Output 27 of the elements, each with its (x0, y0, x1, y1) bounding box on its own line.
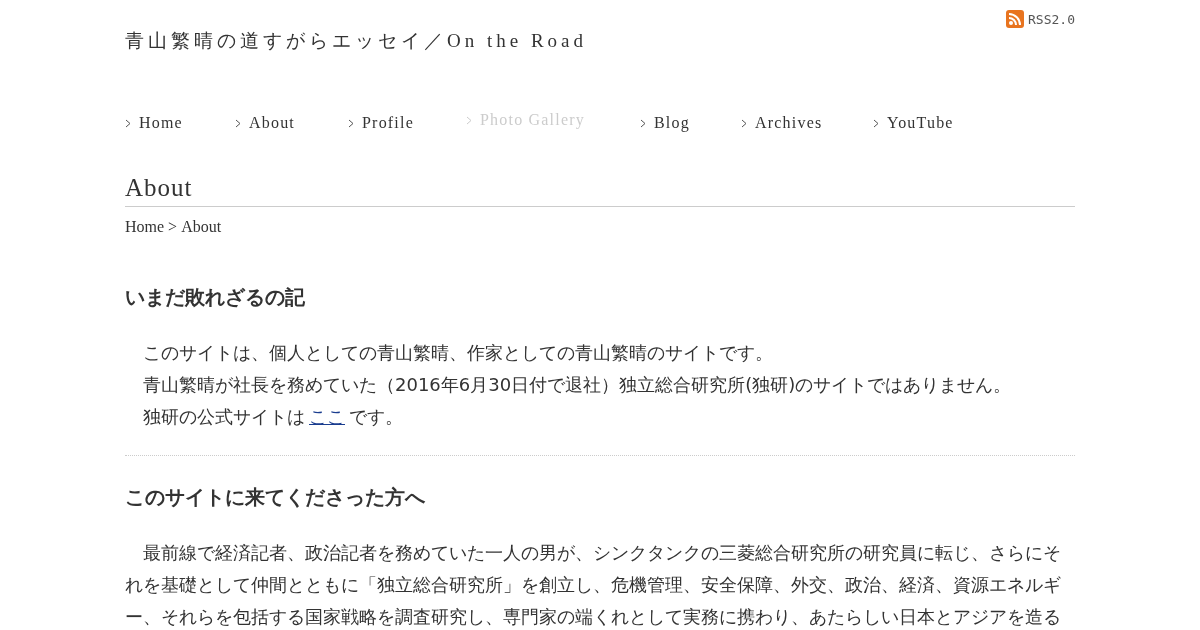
rss-link[interactable]: RSS2.0 (1028, 11, 1075, 27)
chevron-icon (235, 118, 241, 128)
chevron-icon (125, 118, 131, 128)
nav-link[interactable]: Archives (755, 114, 823, 132)
breadcrumb-current: About (181, 218, 222, 236)
rss-icon[interactable] (1006, 10, 1025, 28)
breadcrumb-separator: > (168, 218, 178, 236)
text-link[interactable]: ここ (309, 406, 345, 427)
chevron-icon (741, 118, 747, 128)
site-title[interactable]: 青山繁晴の道すがらエッセイ／On the Road (125, 28, 588, 52)
chevron-icon (873, 118, 879, 128)
nav-link[interactable]: YouTube (887, 114, 954, 132)
page-title: About (125, 174, 1075, 207)
chevron-icon (348, 118, 354, 128)
nav-link[interactable]: Home (139, 114, 183, 132)
section-heading: いまだ敗れざるの記 (125, 284, 306, 311)
nav-link[interactable]: Blog (654, 114, 690, 132)
nav-link[interactable]: Profile (362, 114, 414, 132)
breadcrumb-link[interactable]: Home (125, 218, 165, 236)
body-text: 独研の公式サイトは ここ です。 (142, 405, 404, 429)
body-paragraph: 最前線で経済記者、政治記者を務めていた一人の男が、シンクタンクの三菱総合研究所の研究員に転じ、さらにそれを基礎として仲間とともに「独立総合研究所」を創立し、危機管理、安全保障、外交、政治、経済、資源エネルギー、それらを包括する国家戦略を調査研究し、専門家の端くれとして実務に携わり、あたらしい日本とアジアを造る (125, 541, 1062, 629)
section-heading: このサイトに来てくださった方へ (125, 484, 426, 511)
chevron-icon (466, 115, 472, 125)
chevron-icon (640, 118, 646, 128)
body-text: このサイトは、個人としての青山繁晴、作家としての青山繁晴のサイトです。 (142, 341, 774, 365)
nav-link[interactable]: About (249, 114, 295, 132)
body-text: 青山繁晴が社長を務めていた（2016年6月30日付で退社）独立総合研究所(独研)のサイトではありません。 (142, 373, 1013, 397)
